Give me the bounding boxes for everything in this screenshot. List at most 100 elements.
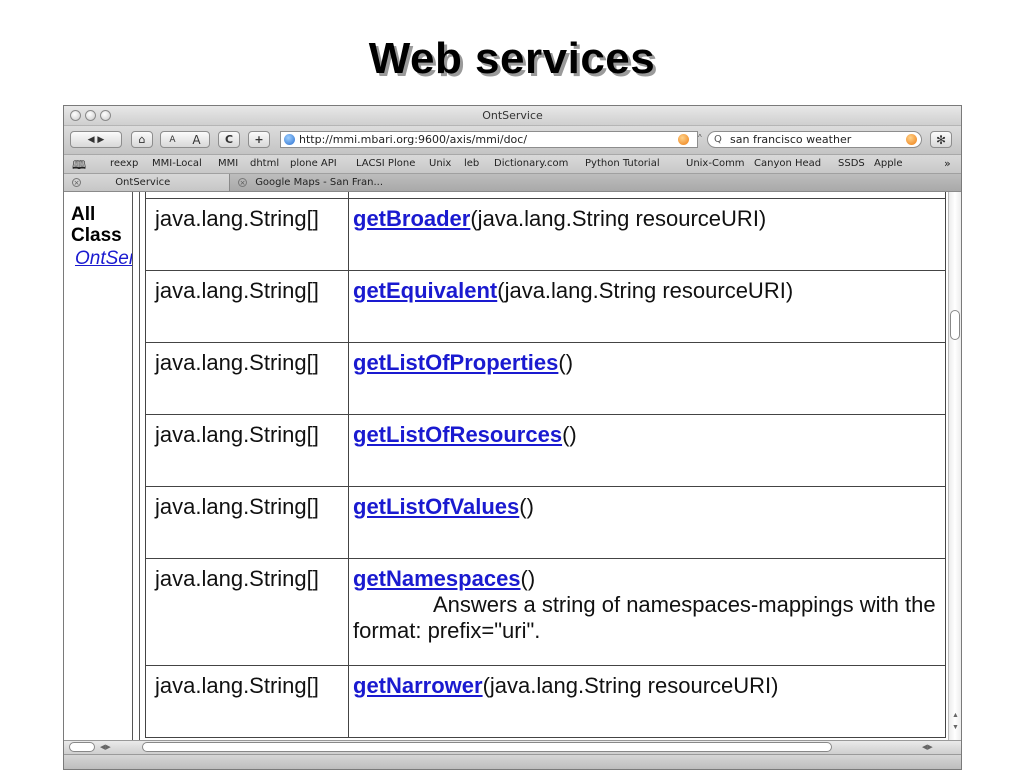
table-row: java.lang.String[] getNarrower(java.lang…	[145, 664, 946, 738]
frame-divider[interactable]	[132, 192, 140, 740]
return-type: java.lang.String[]	[145, 341, 349, 415]
method-signature: getNarrower(java.lang.String resourceURI…	[348, 664, 946, 738]
tab-label: Google Maps - San Fran...	[255, 177, 384, 188]
class-link-ontservice[interactable]: OntService	[75, 248, 132, 270]
bug-report-button[interactable]: ✻	[930, 131, 952, 148]
bookmark-item[interactable]: plone API	[290, 158, 337, 169]
reload-button[interactable]: C	[218, 131, 240, 148]
tab-bar: × OntService × Google Maps - San Fran...	[64, 174, 961, 192]
method-link[interactable]: getListOfValues	[353, 494, 519, 519]
search-input[interactable]: Q san francisco weather	[707, 131, 922, 148]
address-text: http://mmi.mbari.org:9600/axis/mmi/doc/	[299, 133, 528, 146]
method-params: ()	[558, 349, 574, 375]
home-button[interactable]: ⌂	[131, 131, 153, 148]
return-type: java.lang.String[]	[145, 557, 349, 666]
method-signature: getListOfResources()	[348, 413, 946, 487]
method-link[interactable]: getListOfProperties	[353, 350, 558, 375]
scroll-down-arrow-icon[interactable]: ▼	[952, 724, 959, 731]
class-list-heading: All Class	[71, 204, 132, 246]
browser-window: OntService ◀ ▶ ⌂ A A C + http://mmi.mbar…	[63, 105, 962, 770]
method-signature: getBroader(java.lang.String resourceURI)	[348, 197, 946, 271]
vertical-scrollbar[interactable]: ▲ ▼	[948, 192, 961, 740]
method-link[interactable]: getListOfResources	[353, 422, 562, 447]
method-summary-frame: java.lang.String[] getBroader(java.lang.…	[141, 192, 948, 740]
back-forward-button[interactable]: ◀ ▶	[70, 131, 122, 148]
text-larger-button[interactable]: A	[192, 133, 200, 147]
method-params: (java.lang.String resourceURI)	[482, 672, 779, 698]
method-link[interactable]: getBroader	[353, 206, 470, 231]
bottom-scrollbar-area: ◀▶ ◀▶	[64, 740, 961, 754]
method-signature: getListOfValues()	[348, 485, 946, 559]
table-row: java.lang.String[] getListOfValues()	[145, 485, 946, 559]
bookmarks-bar: 🕮 reexp MMI-Local MMI dhtml plone API LA…	[64, 155, 961, 174]
left-frame-scroll-arrows-icon[interactable]: ◀▶	[100, 743, 111, 751]
search-icon: Q	[714, 134, 722, 145]
bookmark-item[interactable]: MMI	[218, 158, 238, 169]
bookmark-item[interactable]: Unix-Comm	[686, 158, 745, 169]
tab-ontservice[interactable]: × OntService	[64, 174, 230, 191]
method-params: (java.lang.String resourceURI)	[497, 277, 794, 303]
method-params: (java.lang.String resourceURI)	[470, 205, 767, 231]
method-params: ()	[562, 421, 577, 447]
bookmark-item[interactable]: Apple	[874, 158, 902, 169]
method-signature: getNamespaces() Answers a string of names…	[348, 557, 946, 666]
table-row: java.lang.String[] getListOfProperties()	[145, 341, 946, 415]
title-bar: OntService	[64, 106, 961, 126]
horizontal-scroll-arrows-icon[interactable]: ◀▶	[922, 743, 933, 751]
method-link[interactable]: getNarrower	[353, 673, 483, 698]
slide-title: Web services	[368, 34, 656, 83]
table-row: java.lang.String[] getListOfResources()	[145, 413, 946, 487]
return-type: java.lang.String[]	[145, 664, 349, 738]
table-row: java.lang.String[] getEquivalent(java.la…	[145, 269, 946, 343]
table-row: java.lang.String[] getBroader(java.lang.…	[145, 197, 946, 271]
return-type: java.lang.String[]	[145, 197, 349, 271]
bookmark-item[interactable]: leb	[464, 158, 479, 169]
method-description: Answers a string of namespaces-mappings …	[353, 592, 941, 644]
vertical-scroll-thumb[interactable]	[950, 310, 960, 340]
table-row: java.lang.String[] getNamespaces() Answer…	[145, 557, 946, 666]
method-link[interactable]: getNamespaces	[353, 566, 521, 591]
method-signature: getEquivalent(java.lang.String resourceU…	[348, 269, 946, 343]
bookmark-item[interactable]: Canyon Head	[754, 158, 821, 169]
method-params: ()	[520, 565, 536, 591]
method-link[interactable]: getEquivalent	[353, 278, 497, 303]
tab-google-maps[interactable]: × Google Maps - San Fran...	[234, 174, 424, 191]
bookmark-item[interactable]: MMI-Local	[152, 158, 202, 169]
close-tab-icon[interactable]: ×	[238, 177, 247, 187]
text-smaller-button[interactable]: A	[169, 135, 175, 145]
bookmark-item[interactable]: SSDS	[838, 158, 865, 169]
text-size-buttons[interactable]: A A	[160, 131, 210, 148]
bookmark-item[interactable]: Dictionary.com	[494, 158, 568, 169]
method-params: ()	[519, 493, 534, 519]
add-bookmark-button[interactable]: +	[248, 131, 270, 148]
toolbar: ◀ ▶ ⌂ A A C + http://mmi.mbari.org:9600/…	[64, 126, 961, 155]
page-content: All Class OntService java.lang.String[] …	[64, 192, 961, 740]
method-summary-table: java.lang.String[] getBroader(java.lang.…	[145, 192, 946, 738]
search-value: san francisco weather	[730, 133, 852, 146]
bookmark-item[interactable]: Unix	[429, 158, 451, 169]
method-description-text: Answers a string of namespaces-mappings …	[353, 591, 936, 643]
bookmark-item[interactable]: LACSI Plone	[356, 158, 415, 169]
heading-line: Class	[71, 225, 122, 246]
bookmark-item[interactable]: Python Tutorial	[585, 158, 660, 169]
class-list-frame: All Class OntService	[64, 192, 132, 740]
globe-icon	[284, 134, 295, 145]
close-tab-icon[interactable]: ×	[72, 177, 81, 187]
address-bar[interactable]: http://mmi.mbari.org:9600/axis/mmi/doc/	[280, 131, 698, 148]
tab-label: OntService	[115, 177, 171, 188]
heading-line: All	[71, 204, 96, 225]
left-frame-scroll-thumb[interactable]	[69, 742, 95, 752]
search-menu-caret-icon: ^	[698, 133, 702, 142]
window-title: OntService	[482, 109, 543, 122]
search-snapback-icon[interactable]	[906, 134, 917, 145]
method-signature: getListOfProperties()	[348, 341, 946, 415]
bookmark-item[interactable]: reexp	[110, 158, 138, 169]
scroll-up-arrow-icon[interactable]: ▲	[952, 712, 959, 719]
bookmarks-overflow-icon[interactable]: »	[944, 157, 951, 170]
bookmark-item[interactable]: dhtml	[250, 158, 279, 169]
return-type: java.lang.String[]	[145, 269, 349, 343]
snapback-icon[interactable]	[678, 134, 689, 145]
return-type: java.lang.String[]	[145, 485, 349, 559]
horizontal-scroll-thumb[interactable]	[142, 742, 832, 752]
return-type: java.lang.String[]	[145, 413, 349, 487]
